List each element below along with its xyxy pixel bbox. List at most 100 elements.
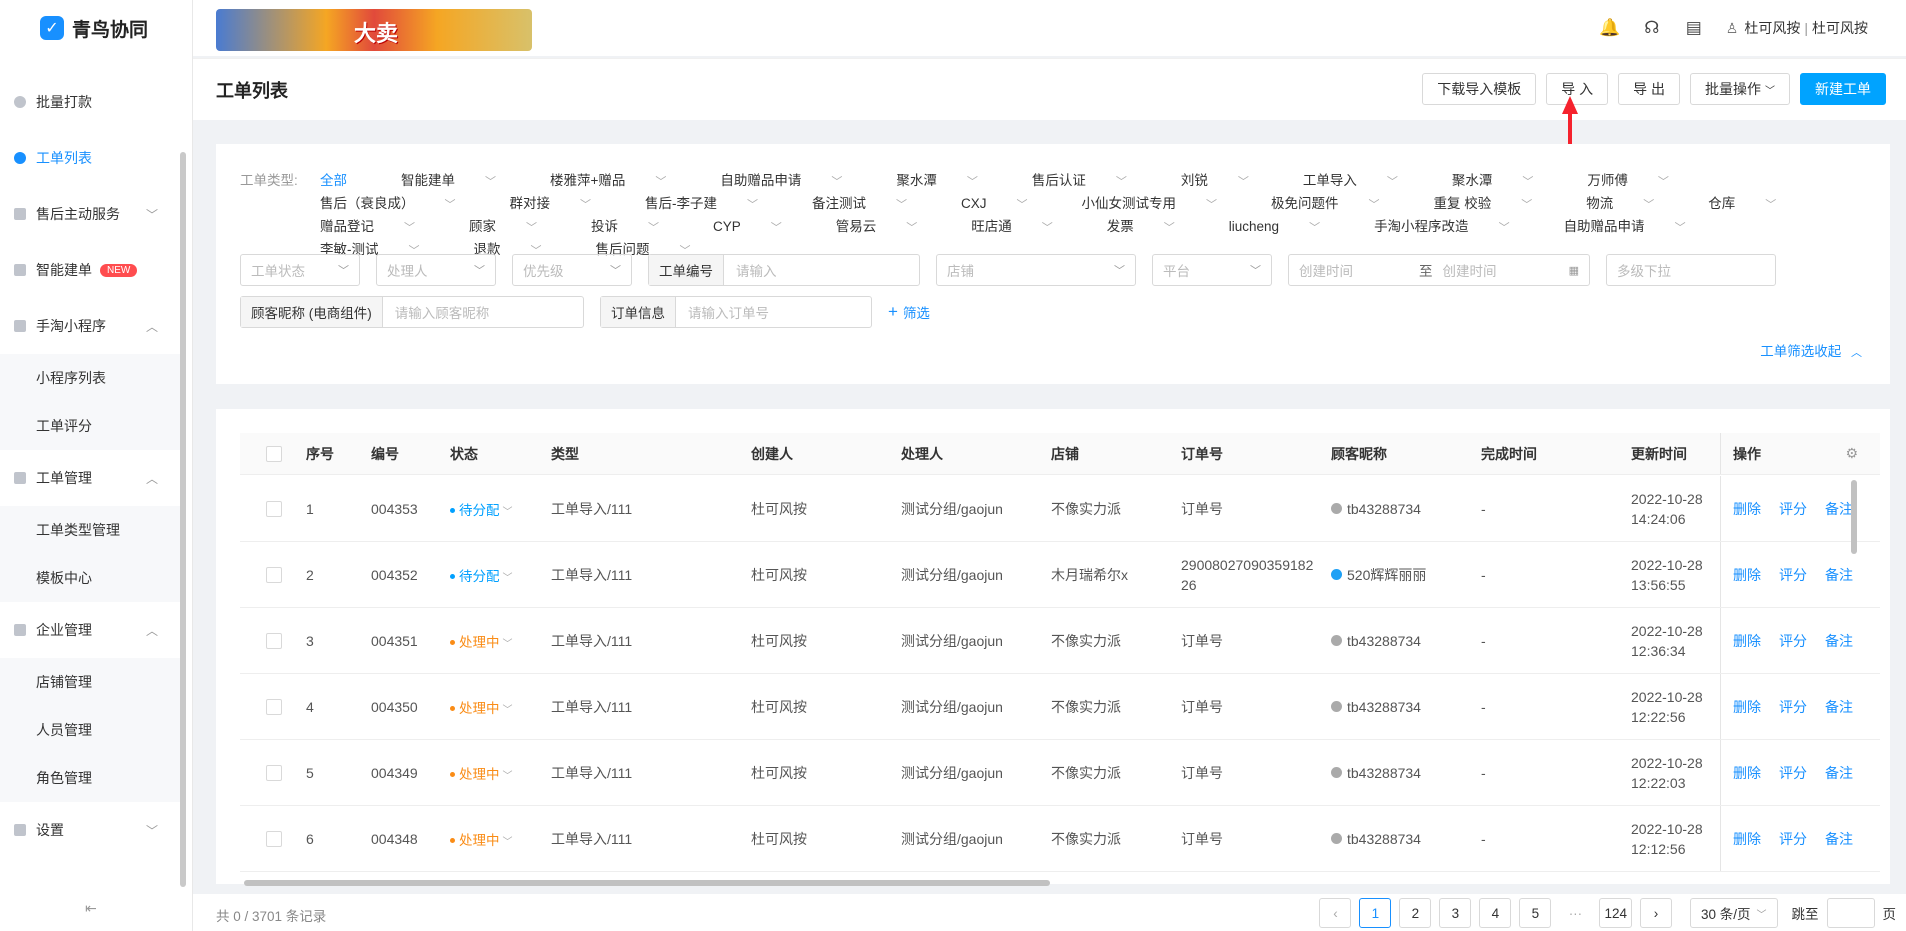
history-icon[interactable]: ▤ (1684, 18, 1704, 38)
customer-nick-input[interactable]: 请输入顾客昵称 (383, 297, 502, 327)
page-button[interactable]: 3 (1439, 898, 1472, 928)
sidebar-item-shop-management[interactable]: 店铺管理 (0, 658, 180, 706)
table-vertical-scrollbar[interactable] (1851, 480, 1857, 554)
ticket-type-option[interactable]: 群对接 ﹀ (510, 193, 619, 216)
page-button[interactable]: 124 (1599, 898, 1632, 928)
sidebar-item-batch-pay[interactable]: 批量打款 (0, 74, 180, 130)
ticket-type-option[interactable]: 聚水潭 ﹀ (896, 170, 1005, 193)
ticket-type-option[interactable]: 自助赠品申请 ﹀ (720, 170, 869, 193)
sidebar-item-staff-management[interactable]: 人员管理 (0, 706, 180, 754)
ticket-type-option[interactable]: 仓库 ﹀ (1708, 193, 1803, 216)
status-badge[interactable]: 待分配 ﹀ (450, 499, 513, 519)
export-button[interactable]: 导 出 (1618, 73, 1680, 105)
sidebar-item-settings[interactable]: 设置 ﹀ (0, 802, 180, 858)
ticket-type-option[interactable]: 手淘小程序改造 ﹀ (1374, 216, 1537, 239)
note-link[interactable]: 备注 (1825, 631, 1853, 651)
ticket-type-option[interactable]: 售后认证 ﹀ (1032, 170, 1154, 193)
table-horizontal-scrollbar[interactable] (244, 880, 1050, 886)
sidebar-scrollbar[interactable] (180, 152, 186, 887)
sidebar-item-ticket-type[interactable]: 工单类型管理 (0, 506, 180, 554)
sidebar-item-ticket-management[interactable]: 工单管理 ︿ (0, 450, 180, 506)
created-date-range[interactable]: 创建时间 至 创建时间 ▦ (1288, 254, 1590, 286)
ticket-type-option[interactable]: 售后（衰良成） ﹀ (320, 193, 483, 216)
checkbox[interactable] (266, 445, 282, 462)
sidebar-item-enterprise[interactable]: 企业管理 ︿ (0, 602, 180, 658)
headset-icon[interactable]: ☊ (1642, 18, 1662, 38)
ticket-type-option[interactable]: 自助赠品申请 ﹀ (1564, 216, 1713, 239)
sidebar-item-smart-create[interactable]: 智能建单 NEW (0, 242, 180, 298)
cell-status[interactable]: 处理中 ﹀ (450, 674, 513, 739)
note-link[interactable]: 备注 (1825, 829, 1853, 849)
ticket-type-option[interactable]: 小仙女测试专用 ﹀ (1082, 193, 1245, 216)
page-ellipsis[interactable]: ··· (1559, 898, 1592, 928)
created-end-placeholder[interactable]: 创建时间 (1443, 260, 1497, 280)
ticket-type-option[interactable]: 工单导入 ﹀ (1303, 170, 1425, 193)
ticket-type-option[interactable]: 万师傅 ﹀ (1587, 170, 1696, 193)
rate-link[interactable]: 评分 (1779, 697, 1807, 717)
batch-ops-dropdown[interactable]: 批量操作 ﹀ (1690, 73, 1790, 105)
rate-link[interactable]: 评分 (1779, 499, 1807, 519)
delete-link[interactable]: 删除 (1733, 499, 1761, 519)
table-row[interactable]: 2 004352 工单导入/111 杜可风按 测试分组/gaojun 木月瑞希尔x - 待分配… (240, 542, 1880, 608)
ticket-type-option[interactable]: 极免问题件 ﹀ (1271, 193, 1407, 216)
jump-page-input[interactable] (1826, 898, 1875, 928)
row-checkbox[interactable] (266, 830, 282, 847)
ticket-type-option[interactable]: 刘锐 ﹀ (1181, 170, 1276, 193)
handler-select[interactable]: 处理人 ﹀ (376, 254, 496, 286)
priority-select[interactable]: 优先级 ﹀ (512, 254, 632, 286)
ticket-type-option[interactable]: 顾家 ﹀ (469, 216, 564, 239)
ticket-type-option[interactable]: 物流 ﹀ (1586, 193, 1681, 216)
cell-status[interactable]: 处理中 ﹀ (450, 608, 513, 673)
prev-page-button[interactable]: ‹ (1319, 898, 1352, 928)
multi-level-select[interactable]: 多级下拉 (1606, 254, 1776, 286)
collapse-filter-button[interactable]: 工单筛选收起 ︿ (1760, 340, 1862, 360)
ticket-type-option[interactable]: CYP ﹀ (713, 216, 809, 239)
sidebar-item-role-management[interactable]: 角色管理 (0, 754, 180, 802)
logo[interactable]: ✓ 青鸟协同 (0, 0, 192, 56)
row-checkbox[interactable] (266, 764, 282, 781)
rate-link[interactable]: 评分 (1779, 763, 1807, 783)
page-button[interactable]: 1 (1359, 898, 1392, 928)
more-filter-button[interactable]: + 筛选 (888, 302, 930, 322)
ticket-type-option[interactable]: liucheng ﹀ (1229, 216, 1347, 239)
ticket-type-option[interactable]: 智能建单 ﹀ (401, 170, 523, 193)
download-template-button[interactable]: 下载导入模板 (1422, 73, 1537, 105)
page-button[interactable]: 2 (1399, 898, 1432, 928)
table-row[interactable]: 3 004351 工单导入/111 杜可风按 测试分组/gaojun 不像实力派 - 处理中 ﹀… (240, 608, 1880, 674)
delete-link[interactable]: 删除 (1733, 829, 1761, 849)
select-all-checkbox[interactable] (266, 433, 282, 474)
ticket-type-option[interactable]: 赠品登记 ﹀ (320, 216, 442, 239)
status-badge[interactable]: 处理中 ﹀ (450, 829, 513, 849)
ticket-type-option[interactable]: CXJ ﹀ (961, 193, 1055, 216)
cell-status[interactable]: 处理中 ﹀ (450, 740, 513, 805)
delete-link[interactable]: 删除 (1733, 697, 1761, 717)
user-menu[interactable]: ♙ 杜可风按 | 杜可风按 (1726, 18, 1868, 38)
sidebar-item-mini-program-list[interactable]: 小程序列表 (0, 354, 180, 402)
promo-banner[interactable]: 大卖 (216, 9, 532, 51)
row-checkbox[interactable] (266, 632, 282, 649)
rate-link[interactable]: 评分 (1779, 829, 1807, 849)
new-ticket-button[interactable]: 新建工单 (1800, 73, 1886, 105)
page-button[interactable]: 4 (1479, 898, 1512, 928)
ticket-type-option[interactable]: 备注测试 ﹀ (812, 193, 934, 216)
delete-link[interactable]: 删除 (1733, 763, 1761, 783)
sidebar-item-ticket-list[interactable]: 工单列表 (0, 130, 180, 186)
note-link[interactable]: 备注 (1825, 565, 1853, 585)
ticket-type-option[interactable]: 旺店通 ﹀ (971, 216, 1080, 239)
status-badge[interactable]: 处理中 ﹀ (450, 697, 513, 717)
sidebar-item-mini-program[interactable]: 手淘小程序 ︿ (0, 298, 180, 354)
created-start-placeholder[interactable]: 创建时间 (1299, 260, 1419, 280)
sidebar-item-template-center[interactable]: 模板中心 (0, 554, 180, 602)
gear-icon[interactable]: ⚙ (1845, 445, 1858, 462)
sidebar-item-after-sale[interactable]: 售后主动服务 ﹀ (0, 186, 180, 242)
ticket-type-option[interactable]: 重复 校验 ﹀ (1434, 193, 1560, 216)
note-link[interactable]: 备注 (1825, 697, 1853, 717)
ticket-type-option[interactable]: 售后-李子建 ﹀ (645, 193, 785, 216)
cell-status[interactable]: 待分配 ﹀ (450, 476, 513, 541)
collapse-sidebar-icon[interactable]: ⇤ (85, 900, 97, 917)
ticket-no-input[interactable]: 请输入 (724, 255, 789, 285)
status-badge[interactable]: 处理中 ﹀ (450, 631, 513, 651)
platform-select[interactable]: 平台 ﹀ (1152, 254, 1272, 286)
ticket-type-option[interactable]: 楼雅萍+赠品 ﹀ (550, 170, 693, 193)
row-checkbox[interactable] (266, 566, 282, 583)
